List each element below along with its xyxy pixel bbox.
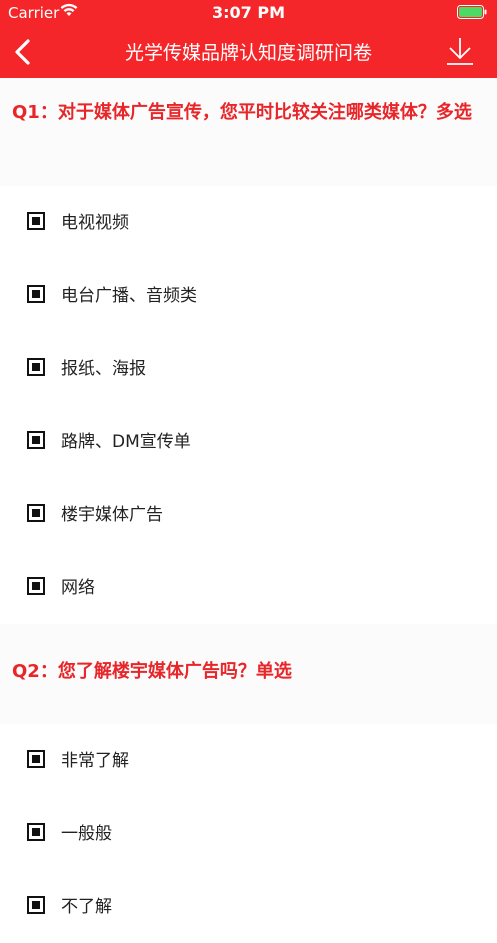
option-label: 路牌、DM宣传单 xyxy=(61,432,191,452)
option-tv-video[interactable]: 电视视频 xyxy=(0,186,497,259)
app-header: Carrier 3:07 PM 光学传媒品牌认知度调研问卷 xyxy=(0,0,497,78)
checkbox[interactable] xyxy=(27,504,45,522)
battery-icon xyxy=(457,5,487,19)
option-billboard-flyer[interactable]: 路牌、DM宣传单 xyxy=(0,405,497,478)
option-label: 不了解 xyxy=(61,897,112,917)
option-label: 电台广播、音频类 xyxy=(61,286,197,306)
status-bar: Carrier 3:07 PM xyxy=(0,0,497,26)
survey-content: Q1：对于媒体广告宣传，您平时比较关注哪类媒体？多选 电视视频 电台广播、音频类… xyxy=(0,78,497,943)
question-1-heading: Q1：对于媒体广告宣传，您平时比较关注哪类媒体？多选 xyxy=(0,78,497,186)
option-label: 报纸、海报 xyxy=(61,359,146,379)
question-2-heading: Q2：您了解楼宇媒体广告吗？单选 xyxy=(0,624,497,724)
option-label: 一般般 xyxy=(61,824,112,844)
option-internet[interactable]: 网络 xyxy=(0,551,497,624)
chevron-left-icon[interactable] xyxy=(10,36,38,68)
checkbox[interactable] xyxy=(27,431,45,449)
checkbox[interactable] xyxy=(27,212,45,230)
checkbox[interactable] xyxy=(27,285,45,303)
page-title: 光学传媒品牌认知度调研问卷 xyxy=(124,42,372,64)
option-label: 电视视频 xyxy=(61,213,129,233)
option-label: 楼宇媒体广告 xyxy=(61,505,163,525)
checkbox[interactable] xyxy=(27,823,45,841)
option-somewhat[interactable]: 一般般 xyxy=(0,797,497,870)
option-building-media[interactable]: 楼宇媒体广告 xyxy=(0,478,497,551)
option-very-familiar[interactable]: 非常了解 xyxy=(0,724,497,797)
option-not-familiar[interactable]: 不了解 xyxy=(0,870,497,943)
option-label: 网络 xyxy=(61,578,95,598)
checkbox[interactable] xyxy=(27,358,45,376)
option-label: 非常了解 xyxy=(61,751,129,771)
navigation-bar: 光学传媒品牌认知度调研问卷 xyxy=(0,26,497,78)
option-newspaper-poster[interactable]: 报纸、海报 xyxy=(0,332,497,405)
clock: 3:07 PM xyxy=(211,3,285,22)
checkbox[interactable] xyxy=(27,750,45,768)
download-icon[interactable] xyxy=(445,36,475,66)
option-radio-audio[interactable]: 电台广播、音频类 xyxy=(0,259,497,332)
checkbox[interactable] xyxy=(27,896,45,914)
checkbox[interactable] xyxy=(27,577,45,595)
